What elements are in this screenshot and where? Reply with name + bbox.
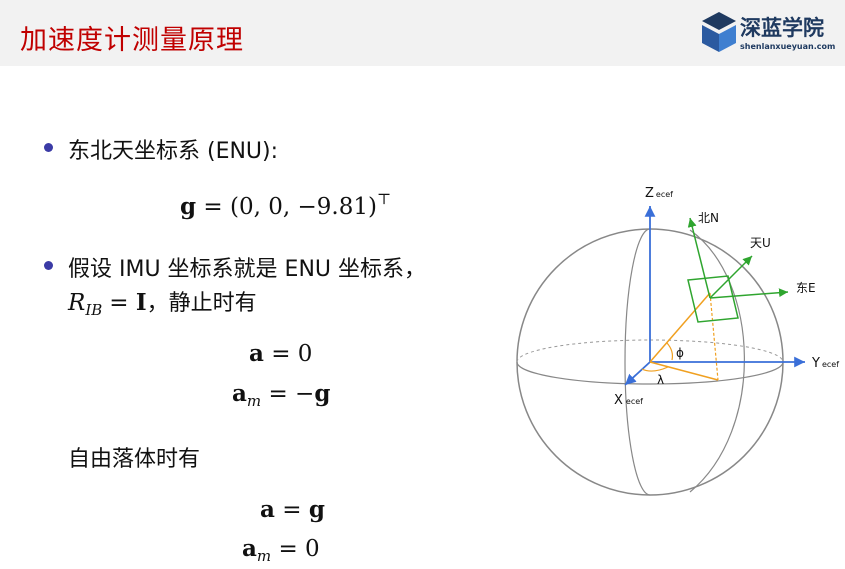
y-axis-label: Yecef bbox=[811, 356, 839, 371]
a-vector: a bbox=[249, 340, 264, 367]
logo-url: shenlanxueyuan.com bbox=[740, 42, 836, 51]
meridian-left bbox=[624, 228, 651, 496]
z-label-sub: ecef bbox=[656, 190, 673, 199]
z-axis-label: Zecef bbox=[645, 186, 673, 201]
am-vector: a bbox=[232, 380, 247, 407]
fall-am-equation: am = 0 bbox=[242, 535, 320, 565]
y-label-sub: ecef bbox=[822, 360, 839, 369]
bullet-dot bbox=[44, 261, 53, 270]
x-label-main: X bbox=[614, 393, 623, 408]
x-label-sub: ecef bbox=[626, 397, 643, 406]
freefall-heading: 自由落体时有 bbox=[68, 447, 201, 472]
ecef-enu-diagram: Zecef Yecef Xecef 北N 天U 东E ϕ λ bbox=[516, 186, 839, 496]
identity-matrix: I bbox=[135, 289, 147, 316]
north-axis bbox=[687, 217, 711, 299]
meridian-right bbox=[689, 229, 745, 493]
rib-symbol: R bbox=[68, 290, 86, 316]
slide-header: 加速度计测量原理 深蓝学院 shenlanxueyuan.com bbox=[0, 0, 845, 66]
fall-a-equation: a = g bbox=[260, 496, 325, 523]
phi-arc bbox=[666, 342, 674, 361]
bullet-imu-text: 假设 IMU 坐标系就是 ENU 坐标系， bbox=[68, 257, 427, 282]
fall-a-equals: = bbox=[274, 497, 309, 523]
up-label: 天U bbox=[750, 236, 771, 250]
east-axis bbox=[709, 288, 789, 299]
y-label-main: Y bbox=[811, 356, 820, 371]
phi-label: ϕ bbox=[676, 346, 684, 360]
am-subscript: m bbox=[246, 392, 262, 410]
logo-name: 深蓝学院 bbox=[740, 16, 824, 40]
static-a-value: = 0 bbox=[263, 341, 313, 367]
a-vector: a bbox=[260, 496, 275, 523]
north-label: 北N bbox=[698, 211, 719, 225]
g-vector: g bbox=[314, 380, 331, 407]
z-label-main: Z bbox=[645, 186, 654, 201]
gravity-value: = (0, 0, −9.81) bbox=[203, 194, 377, 220]
logo: 深蓝学院 shenlanxueyuan.com bbox=[700, 10, 840, 58]
static-am-value: = − bbox=[261, 381, 315, 407]
static-phrase: ，静止时有 bbox=[146, 291, 257, 316]
projection-line bbox=[709, 292, 719, 381]
bullet-dot bbox=[44, 143, 53, 152]
x-axis bbox=[624, 361, 651, 386]
east-label: 东E bbox=[796, 281, 816, 295]
gravity-equation: g = (0, 0, −9.81)⊤ bbox=[180, 190, 391, 220]
fall-am-value: = 0 bbox=[271, 536, 320, 562]
transpose-symbol: ⊤ bbox=[376, 190, 392, 208]
static-a-equation: a = 0 bbox=[249, 340, 312, 367]
g-vector: g bbox=[308, 496, 325, 523]
g-vector: g bbox=[180, 193, 197, 220]
static-am-equation: am = −g bbox=[232, 380, 330, 410]
lambda-label: λ bbox=[657, 373, 664, 387]
rib-subscript: IB bbox=[85, 301, 103, 319]
am-subscript: m bbox=[256, 547, 272, 565]
logo-mark-icon bbox=[702, 12, 736, 52]
slide-title: 加速度计测量原理 bbox=[20, 25, 244, 56]
am-vector: a bbox=[242, 535, 257, 562]
bullet-imu-line2: RIB = I，静止时有 bbox=[68, 285, 257, 319]
x-axis-label: Xecef bbox=[614, 393, 643, 408]
bullet-enu-text: 东北天坐标系 (ENU): bbox=[68, 139, 279, 164]
lambda-arc bbox=[641, 366, 669, 372]
rib-equals: = bbox=[109, 290, 136, 316]
